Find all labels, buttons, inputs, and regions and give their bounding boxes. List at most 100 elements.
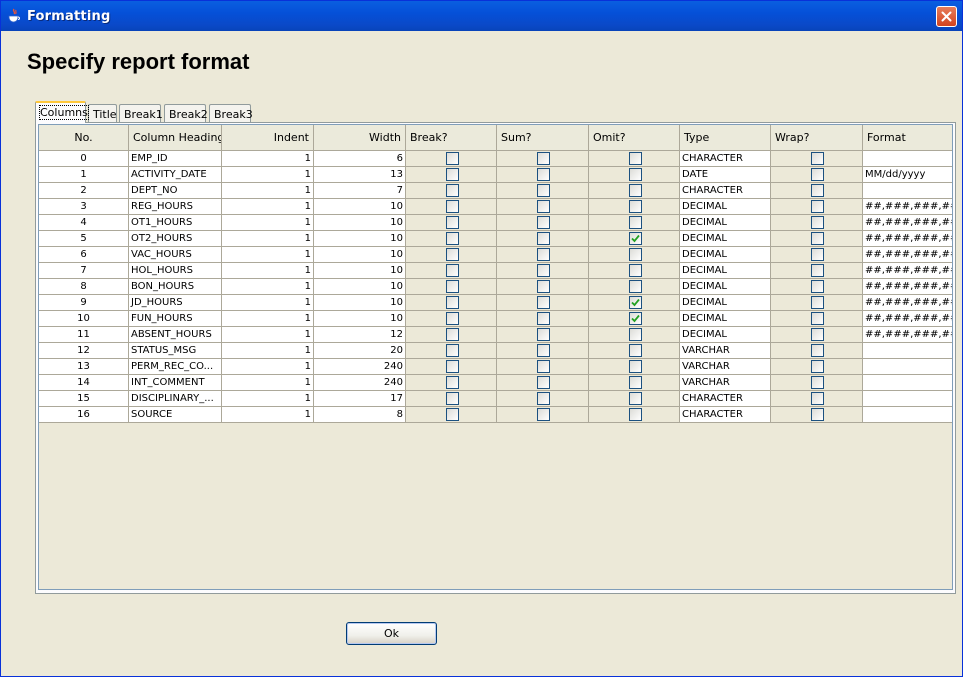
checkbox[interactable] [537,216,550,229]
close-button[interactable] [936,6,957,27]
checkbox[interactable] [446,392,459,405]
cell-format[interactable] [863,391,952,407]
cell-width[interactable]: 10 [314,231,406,247]
checkbox[interactable] [446,264,459,277]
header-wrap[interactable]: Wrap? [771,125,863,151]
checkbox[interactable] [811,360,824,373]
cell-indent[interactable]: 1 [222,167,314,183]
cell-type[interactable]: VARCHAR [680,343,771,359]
checkbox[interactable] [446,344,459,357]
table-row[interactable]: 13 PERM_REC_CO... 1 240 VARCHAR [39,359,952,375]
table-row[interactable]: 12 STATUS_MSG 1 20 VARCHAR [39,343,952,359]
cell-format[interactable] [863,407,952,423]
checkbox[interactable] [446,168,459,181]
tab-title[interactable]: Title [88,104,117,122]
checkbox[interactable] [446,280,459,293]
checkbox[interactable] [446,232,459,245]
cell-width[interactable]: 7 [314,183,406,199]
checkbox[interactable] [537,232,550,245]
cell-width[interactable]: 10 [314,311,406,327]
cell-indent[interactable]: 1 [222,231,314,247]
checkbox[interactable] [537,328,550,341]
checkbox[interactable] [629,280,642,293]
checkbox[interactable] [629,408,642,421]
header-omit[interactable]: Omit? [589,125,680,151]
cell-indent[interactable]: 1 [222,375,314,391]
title-bar[interactable]: Formatting [1,1,962,31]
cell-indent[interactable]: 1 [222,327,314,343]
checkbox[interactable] [537,264,550,277]
table-row[interactable]: 8BON_HOURS110 DECIMAL ##,###,###,##0.... [39,279,952,295]
cell-type[interactable]: CHARACTER [680,407,771,423]
table-row[interactable]: 14 INT_COMMENT 1 240 VARCHAR [39,375,952,391]
cell-indent[interactable]: 1 [222,215,314,231]
header-type[interactable]: Type [680,125,771,151]
cell-width[interactable]: 10 [314,279,406,295]
cell-type[interactable]: DECIMAL [680,263,771,279]
checkbox[interactable] [446,312,459,325]
cell-indent[interactable]: 1 [222,343,314,359]
cell-no[interactable]: 16 [39,407,129,423]
checkbox[interactable] [811,280,824,293]
cell-no[interactable]: 15 [39,391,129,407]
checkbox[interactable] [629,360,642,373]
cell-column-heading[interactable]: EMP_ID [129,151,222,167]
cell-format[interactable]: ##,###,###,##0.... [863,263,952,279]
checkbox[interactable] [811,264,824,277]
cell-format[interactable]: MM/dd/yyyy [863,167,952,183]
table-row[interactable]: 6VAC_HOURS110 DECIMAL ##,###,###,##0.... [39,247,952,263]
cell-width[interactable]: 12 [314,327,406,343]
checkbox[interactable] [811,200,824,213]
cell-no[interactable]: 5 [39,231,129,247]
checkbox[interactable] [629,344,642,357]
checkbox[interactable] [537,344,550,357]
checkbox[interactable] [537,360,550,373]
cell-no[interactable]: 14 [39,375,129,391]
header-column-heading[interactable]: Column Heading [129,125,222,151]
header-sum[interactable]: Sum? [497,125,589,151]
checkbox[interactable] [629,296,642,309]
checkbox[interactable] [811,184,824,197]
cell-width[interactable]: 10 [314,263,406,279]
cell-column-heading[interactable]: VAC_HOURS [129,247,222,263]
cell-type[interactable]: VARCHAR [680,375,771,391]
cell-column-heading[interactable]: FUN_HOURS [129,311,222,327]
checkbox[interactable] [446,152,459,165]
table-row[interactable]: 16 SOURCE 1 8 CHARACTER [39,407,952,423]
cell-no[interactable]: 7 [39,263,129,279]
cell-width[interactable]: 13 [314,167,406,183]
cell-no[interactable]: 10 [39,311,129,327]
cell-type[interactable]: DECIMAL [680,311,771,327]
checkbox[interactable] [446,248,459,261]
cell-no[interactable]: 3 [39,199,129,215]
cell-format[interactable] [863,375,952,391]
cell-type[interactable]: DATE [680,167,771,183]
checkbox[interactable] [629,232,642,245]
checkbox[interactable] [446,328,459,341]
table-row[interactable]: 11ABSENT_HOURS112 DECIMAL ##,###,###,##0..… [39,327,952,343]
cell-type[interactable]: CHARACTER [680,151,771,167]
checkbox[interactable] [811,248,824,261]
header-no[interactable]: No. [39,125,129,151]
cell-format[interactable]: ##,###,###,##0.... [863,295,952,311]
checkbox[interactable] [811,392,824,405]
table-row[interactable]: 2 DEPT_NO 1 7 CHARACTER [39,183,952,199]
checkbox[interactable] [537,312,550,325]
table-row[interactable]: 3REG_HOURS110 DECIMAL ##,###,###,##0.... [39,199,952,215]
cell-column-heading[interactable]: HOL_HOURS [129,263,222,279]
cell-type[interactable]: DECIMAL [680,247,771,263]
cell-type[interactable]: DECIMAL [680,327,771,343]
cell-column-heading[interactable]: OT2_HOURS [129,231,222,247]
table-row[interactable]: 9JD_HOURS110 DECIMAL ##,###,###,##0.... [39,295,952,311]
cell-indent[interactable]: 1 [222,311,314,327]
checkbox[interactable] [537,296,550,309]
cell-type[interactable]: VARCHAR [680,359,771,375]
cell-type[interactable]: DECIMAL [680,215,771,231]
checkbox[interactable] [629,312,642,325]
checkbox[interactable] [446,200,459,213]
checkbox[interactable] [629,264,642,277]
checkbox[interactable] [629,376,642,389]
cell-indent[interactable]: 1 [222,247,314,263]
cell-no[interactable]: 6 [39,247,129,263]
cell-column-heading[interactable]: DISCIPLINARY_... [129,391,222,407]
